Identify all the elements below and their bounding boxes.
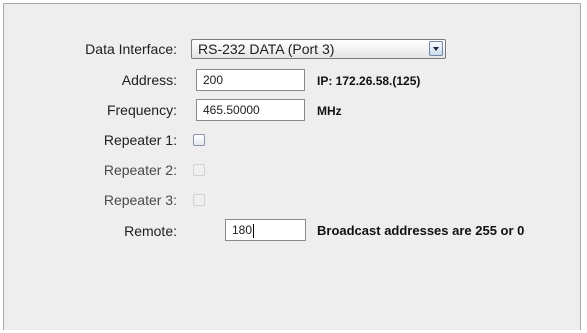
text-caret — [253, 223, 255, 238]
frequency-unit: MHz — [317, 104, 342, 118]
address-label: Address: — [121, 72, 177, 88]
remote-label: Remote: — [124, 223, 177, 239]
repeater-3-label: Repeater 3: — [103, 192, 177, 208]
remote-input[interactable]: 180 — [225, 219, 306, 241]
data-interface-select[interactable]: RS-232 DATA (Port 3) — [191, 39, 446, 59]
broadcast-address-note: Broadcast addresses are 255 or 0 — [317, 223, 525, 238]
repeater-1-label: Repeater 1: — [103, 132, 177, 148]
repeater-3-checkbox[interactable] — [193, 194, 205, 206]
frequency-input[interactable]: 465.50000 — [196, 99, 305, 121]
data-interface-label: Data Interface: — [85, 41, 177, 57]
settings-panel: Data Interface: RS-232 DATA (Port 3) Add… — [3, 3, 581, 330]
repeater-2-checkbox[interactable] — [193, 164, 205, 176]
repeater-2-label: Repeater 2: — [103, 162, 177, 178]
repeater-1-checkbox[interactable] — [193, 134, 205, 146]
data-interface-value: RS-232 DATA (Port 3) — [198, 41, 335, 57]
frequency-label: Frequency: — [106, 102, 177, 118]
address-input[interactable]: 200 — [196, 69, 305, 91]
remote-input-value: 180 — [232, 223, 253, 237]
chevron-down-icon[interactable] — [429, 41, 443, 56]
ip-address-note: IP: 172.26.58.(125) — [317, 74, 421, 88]
